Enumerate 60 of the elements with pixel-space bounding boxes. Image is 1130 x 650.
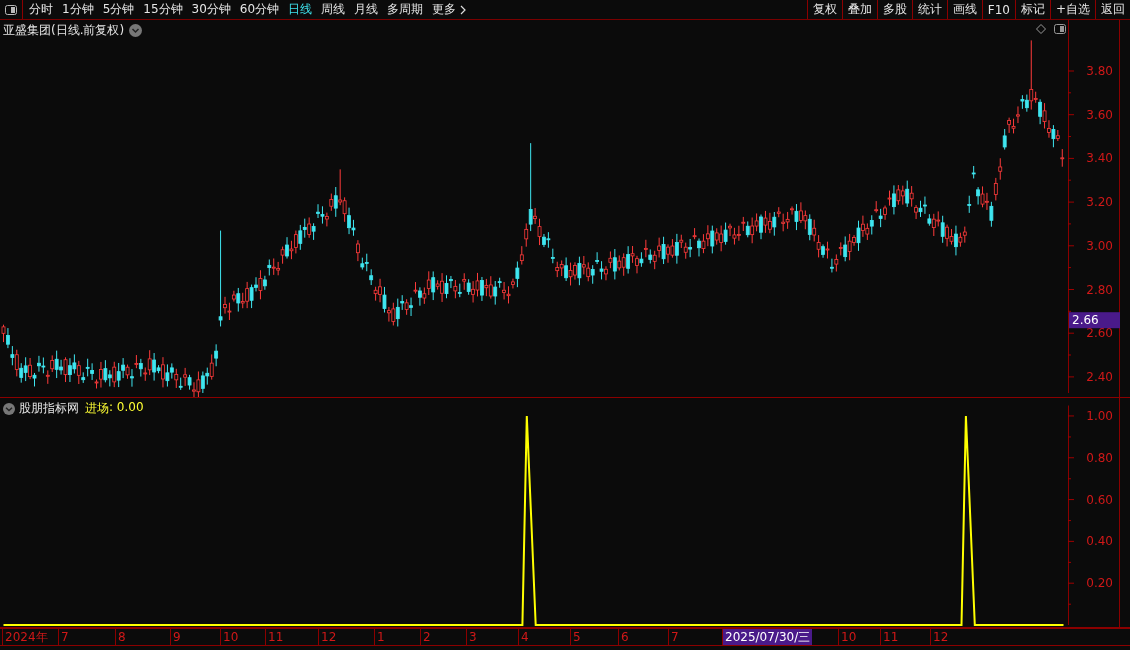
period-tab[interactable]: 更多 bbox=[432, 1, 467, 18]
axis-tick bbox=[1067, 245, 1075, 247]
series-name: 进场 bbox=[85, 400, 109, 417]
indicator-readout: : 0.00 bbox=[109, 400, 144, 416]
period-tab[interactable]: 30分钟 bbox=[191, 1, 231, 18]
price-label: 2.80 bbox=[1086, 282, 1113, 297]
period-tab[interactable]: 1分钟 bbox=[62, 1, 94, 18]
price-label: 2.40 bbox=[1086, 369, 1113, 384]
date-label: 7 bbox=[58, 629, 69, 645]
period-tab[interactable]: 多周期 bbox=[387, 1, 424, 18]
axis-tick bbox=[1067, 114, 1075, 116]
date-label: 4 bbox=[518, 629, 529, 645]
cursor-date-label: 2025/07/30/三 bbox=[722, 629, 813, 645]
current-price-label: 2.66 bbox=[1069, 312, 1120, 329]
axis-tick bbox=[1067, 201, 1075, 203]
price-label: 2.60 bbox=[1086, 326, 1113, 341]
stock-title: 亚盛集团(日线.前复权) bbox=[3, 22, 125, 39]
date-label: 11 bbox=[880, 629, 899, 645]
date-label: 8 bbox=[115, 629, 126, 645]
date-label: 2 bbox=[420, 629, 431, 645]
date-label: 10 bbox=[838, 629, 857, 645]
date-label: 11 bbox=[265, 629, 284, 645]
period-tab[interactable]: 日线 bbox=[288, 1, 313, 18]
axis-tick bbox=[1067, 332, 1075, 334]
date-label: 3 bbox=[466, 629, 477, 645]
panel-toggle-icon[interactable] bbox=[1054, 24, 1066, 34]
date-label: 12 bbox=[318, 629, 337, 645]
axis-tick bbox=[1067, 70, 1075, 72]
date-label: 2024年 bbox=[2, 629, 48, 645]
price-label: 3.60 bbox=[1086, 107, 1113, 122]
value-label: 0.20 bbox=[1086, 576, 1113, 591]
price-label: 3.00 bbox=[1086, 238, 1113, 253]
axis-tick bbox=[1067, 376, 1075, 378]
date-label: 6 bbox=[618, 629, 629, 645]
date-label: 5 bbox=[570, 629, 581, 645]
price-label: 3.20 bbox=[1086, 195, 1113, 210]
period-tab[interactable]: 15分钟 bbox=[143, 1, 183, 18]
price-label: 3.40 bbox=[1086, 151, 1113, 166]
axis-tick bbox=[1067, 289, 1075, 290]
dropdown-icon[interactable] bbox=[3, 402, 15, 415]
axis-tick bbox=[1067, 157, 1075, 159]
date-label: 1 bbox=[374, 629, 385, 645]
date-label: 9 bbox=[170, 629, 181, 645]
chevron-right-icon bbox=[460, 4, 467, 15]
value-label: 1.00 bbox=[1086, 408, 1113, 423]
value-label: 0.60 bbox=[1086, 492, 1113, 507]
period-tab[interactable]: 60分钟 bbox=[239, 1, 280, 18]
period-tab[interactable]: 月线 bbox=[354, 1, 379, 18]
price-label: 3.80 bbox=[1086, 64, 1113, 78]
diamond-icon[interactable] bbox=[1036, 24, 1046, 34]
date-label: 10 bbox=[220, 629, 239, 645]
period-tab[interactable]: 5分钟 bbox=[102, 1, 135, 18]
value-label: 0.80 bbox=[1086, 450, 1113, 465]
indicator-name: 股朋指标网 bbox=[19, 400, 79, 417]
value-label: 0.40 bbox=[1086, 534, 1113, 549]
date-label: 7 bbox=[668, 629, 679, 645]
dropdown-icon[interactable] bbox=[129, 24, 143, 37]
period-tab[interactable]: 周线 bbox=[321, 1, 346, 18]
period-tab[interactable]: 分时 bbox=[29, 1, 53, 18]
date-label: 12 bbox=[930, 629, 949, 645]
